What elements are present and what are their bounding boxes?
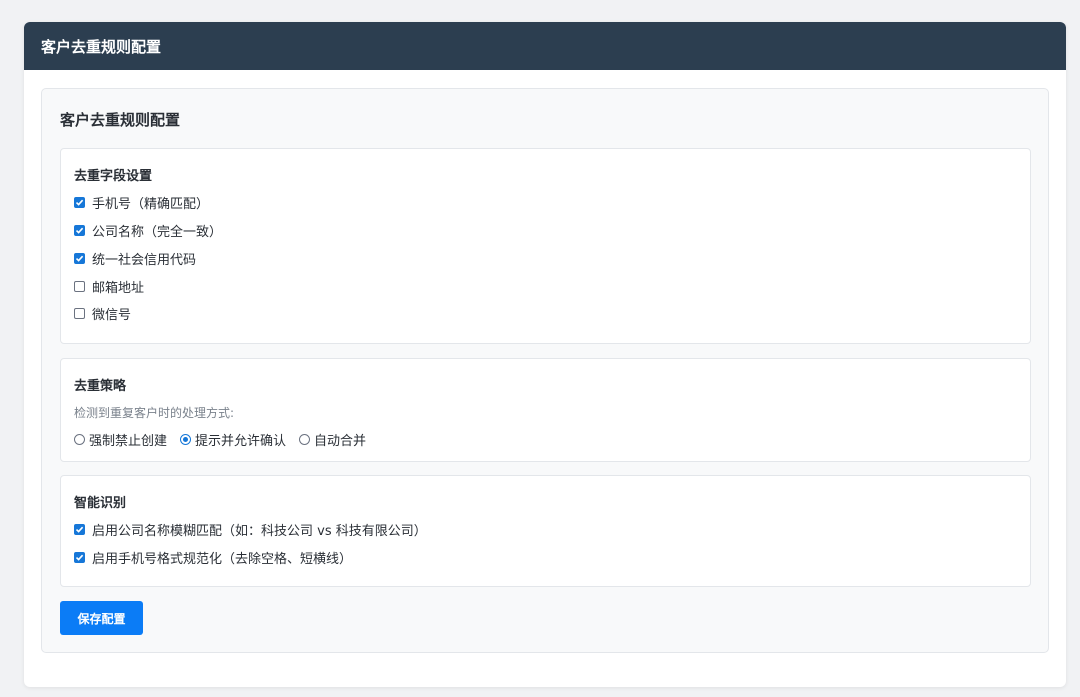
smart-checkbox-fuzzy-company[interactable]: 启用公司名称模糊匹配（如：科技公司 vs 科技有限公司） bbox=[74, 521, 427, 539]
checkbox-checked-icon[interactable] bbox=[74, 523, 85, 535]
field-checkbox-company-name[interactable]: 公司名称（完全一致） bbox=[74, 222, 223, 240]
dedupe-strategy-title: 去重策略 bbox=[74, 379, 127, 394]
save-config-button[interactable]: 保存配置 bbox=[60, 601, 143, 635]
field-checkbox-wechat[interactable]: 微信号 bbox=[74, 305, 132, 323]
radio-unselected-icon[interactable] bbox=[299, 434, 311, 445]
checkbox-checked-icon[interactable] bbox=[74, 252, 85, 264]
strategy-hint: 检测到重复客户时的处理方式: bbox=[74, 406, 235, 420]
field-checkbox-credit-code[interactable]: 统一社会信用代码 bbox=[74, 250, 197, 268]
radio-unselected-icon[interactable] bbox=[74, 434, 85, 445]
panel-title: 客户去重规则配置 bbox=[60, 111, 181, 129]
dedupe-strategy-section: 去重策略 检测到重复客户时的处理方式: 强制禁止创建 提示并允许确认 自动合并 bbox=[60, 358, 1031, 462]
field-label: 微信号 bbox=[92, 307, 132, 323]
config-window: 客户去重规则配置 客户去重规则配置 去重字段设置 手机号（精确匹配） 公司名称（… bbox=[24, 22, 1066, 687]
field-label: 统一社会信用代码 bbox=[92, 252, 197, 268]
radio-selected-icon[interactable] bbox=[180, 434, 192, 445]
checkbox-checked-icon[interactable] bbox=[74, 196, 85, 208]
checkbox-checked-icon[interactable] bbox=[74, 224, 85, 236]
checkbox-checked-icon[interactable] bbox=[74, 551, 85, 563]
dedupe-fields-title: 去重字段设置 bbox=[74, 169, 153, 184]
window-header: 客户去重规则配置 bbox=[24, 22, 1066, 70]
dedupe-fields-section: 去重字段设置 手机号（精确匹配） 公司名称（完全一致） 统一社会信用代码 邮箱地… bbox=[60, 148, 1031, 344]
smart-detection-title: 智能识别 bbox=[74, 496, 127, 511]
smart-detection-section: 智能识别 启用公司名称模糊匹配（如：科技公司 vs 科技有限公司） 启用手机号格… bbox=[60, 475, 1031, 587]
checkbox-unchecked-icon[interactable] bbox=[74, 307, 85, 319]
field-label: 手机号（精确匹配） bbox=[92, 196, 210, 212]
field-checkbox-phone[interactable]: 手机号（精确匹配） bbox=[74, 194, 210, 212]
radio-prompt-confirm[interactable]: 提示并允许确认 bbox=[180, 430, 286, 449]
radio-label: 自动合并 bbox=[314, 434, 367, 449]
config-panel: 客户去重规则配置 去重字段设置 手机号（精确匹配） 公司名称（完全一致） 统一社… bbox=[41, 88, 1049, 653]
strategy-radio-group: 强制禁止创建 提示并允许确认 自动合并 bbox=[74, 430, 379, 449]
radio-label: 强制禁止创建 bbox=[89, 434, 168, 449]
smart-label: 启用公司名称模糊匹配（如：科技公司 vs 科技有限公司） bbox=[92, 523, 427, 539]
field-label: 邮箱地址 bbox=[92, 280, 145, 296]
field-checkbox-email[interactable]: 邮箱地址 bbox=[74, 278, 145, 296]
checkbox-unchecked-icon[interactable] bbox=[74, 280, 85, 292]
radio-force-block[interactable]: 强制禁止创建 bbox=[74, 430, 167, 449]
field-label: 公司名称（完全一致） bbox=[92, 224, 223, 240]
radio-label: 提示并允许确认 bbox=[195, 434, 287, 449]
window-title: 客户去重规则配置 bbox=[41, 37, 162, 56]
smart-checkbox-phone-normalize[interactable]: 启用手机号格式规范化（去除空格、短横线） bbox=[74, 549, 353, 567]
radio-auto-merge[interactable]: 自动合并 bbox=[299, 430, 366, 449]
smart-label: 启用手机号格式规范化（去除空格、短横线） bbox=[92, 551, 353, 567]
